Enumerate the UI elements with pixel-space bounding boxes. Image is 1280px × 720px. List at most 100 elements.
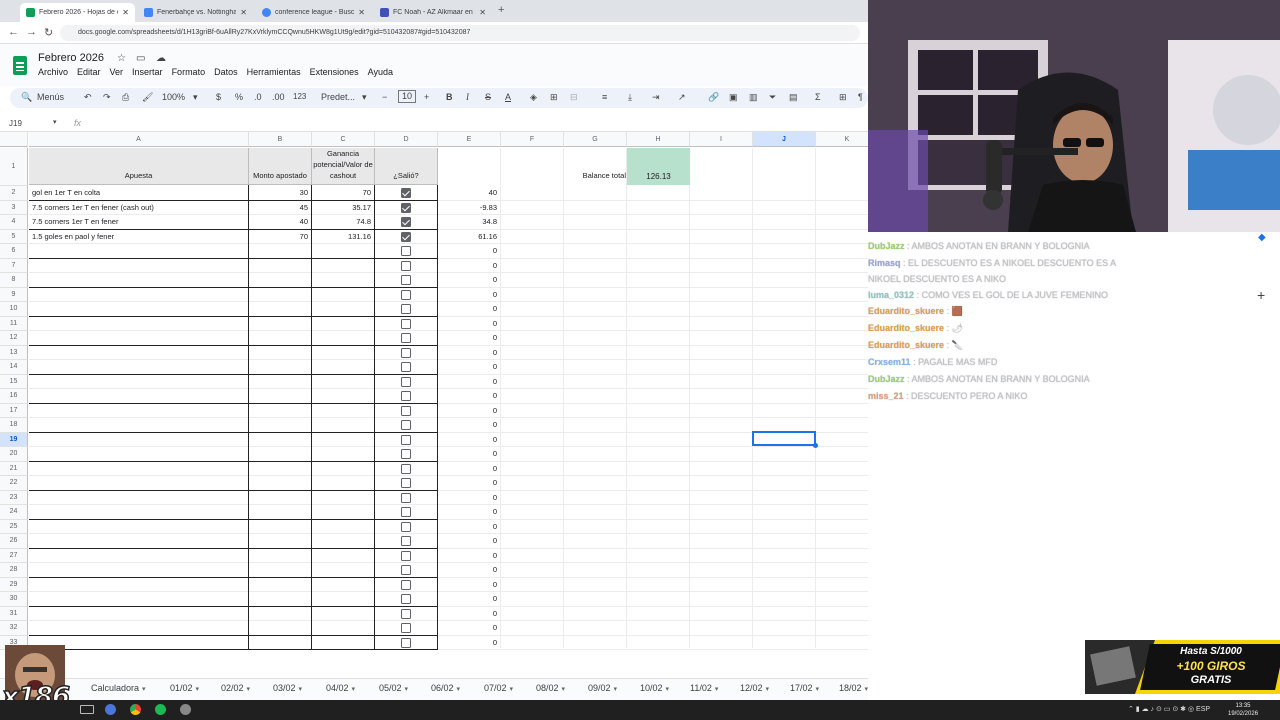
filter-icon[interactable]: ⏷ <box>769 92 776 103</box>
cell-resultado[interactable]: 0 <box>438 331 500 345</box>
increase-decimals[interactable]: .00 <box>272 92 285 102</box>
checkbox-salio[interactable] <box>401 434 411 445</box>
browser-tab[interactable]: Febrero 2026 - Hojas de cálculo ✕ <box>20 3 135 22</box>
sheet-tab[interactable]: 03/02 ▾ <box>273 683 302 693</box>
cell-resultado[interactable]: 0 <box>438 534 500 548</box>
insert-comment-icon[interactable]: ▣ <box>729 92 738 103</box>
insert-chart-icon[interactable]: ▥ <box>749 92 758 103</box>
cell-apuesta[interactable]: gol en 1er T en colta <box>29 186 247 200</box>
checkbox-salio[interactable] <box>401 304 411 314</box>
chevron-down-icon[interactable]: ▾ <box>562 686 566 693</box>
row-header[interactable]: 24 <box>0 505 28 520</box>
checkbox-salio[interactable] <box>401 318 411 329</box>
checkbox-salio[interactable] <box>401 420 411 430</box>
cell-monto[interactable]: 30 <box>249 186 311 200</box>
more-tools-icon[interactable]: ¶ <box>858 92 863 102</box>
column-header-a[interactable]: A <box>29 132 249 147</box>
sheet-tab[interactable]: 17/02 ▾ <box>790 683 819 693</box>
row-header[interactable]: 6 <box>0 244 28 259</box>
chevron-down-icon[interactable]: ▾ <box>142 686 146 693</box>
chevron-down-icon[interactable]: ▾ <box>666 686 670 693</box>
checkbox-salio[interactable] <box>401 260 411 271</box>
checkbox-salio[interactable] <box>401 536 411 546</box>
cell-apuesta[interactable]: 7.5 corners 1er T en fener <box>29 215 247 229</box>
spreadsheet-grid[interactable]: ABCDEFGHIJK 1 2 3 4 5 6 7 8 9 10 11 12 13 14 15 16 17 18 1… <box>0 132 868 650</box>
cell-resultado[interactable]: 0 <box>438 273 500 287</box>
sheet-tab[interactable]: 18/02 ▾ <box>839 683 868 693</box>
menu-herramientas[interactable]: Herramientas <box>247 67 301 77</box>
text-color-icon[interactable]: A <box>505 92 511 102</box>
add-addon-icon[interactable]: + <box>1257 287 1265 303</box>
menu-editar[interactable]: Editar <box>77 67 101 77</box>
app-icon[interactable] <box>180 704 191 715</box>
row-header[interactable]: 31 <box>0 606 28 621</box>
cell-resultado[interactable]: 0 <box>438 636 500 650</box>
maps-pin-icon[interactable]: ◆ <box>1258 232 1266 243</box>
cell-resultado[interactable]: 0 <box>438 389 500 403</box>
row-header[interactable]: 7 <box>0 258 28 273</box>
cell-resultado[interactable]: 0 <box>438 476 500 490</box>
sheet-tab[interactable]: 01/02 ▾ <box>170 683 199 693</box>
cell-resultado[interactable]: 0 <box>438 288 500 302</box>
cell-monto[interactable]: 40 <box>249 215 311 229</box>
row-header[interactable]: 12 <box>0 331 28 346</box>
cell-resultado[interactable]: 34.8 <box>438 215 500 229</box>
cell-resultado[interactable]: 0 <box>438 317 500 331</box>
text-wrap-icon[interactable]: ⇥ <box>652 92 660 103</box>
cell-monto[interactable]: 70 <box>249 230 311 244</box>
row-header[interactable]: 1 <box>0 148 28 186</box>
merge-cells-icon[interactable]: ⊟ <box>570 92 578 103</box>
chevron-down-icon[interactable]: ▾ <box>352 686 356 693</box>
checkbox-salio[interactable] <box>401 565 411 575</box>
more-formats[interactable]: 123 <box>293 92 306 101</box>
chevron-down-icon[interactable]: ▾ <box>510 686 514 693</box>
fill-color-icon[interactable]: ◈ <box>530 92 537 103</box>
font-size-decrease-icon[interactable]: − <box>382 92 387 102</box>
chevron-down-icon[interactable]: ▾ <box>196 686 200 693</box>
cell-resultado[interactable]: 0 <box>438 418 500 432</box>
cell-ganancia[interactable]: 131.16 <box>312 230 374 244</box>
forward-icon[interactable]: → <box>26 26 37 38</box>
browser-tab[interactable]: Fenerbahçe vs. Nottingham Forest ✕ <box>138 3 253 22</box>
sheet-tab[interactable]: Calculadora ▾ <box>91 683 146 693</box>
functions-icon[interactable]: Σ <box>815 92 821 102</box>
balance-label[interactable]: Balance total <box>566 171 626 180</box>
browser-tab[interactable]: FC Noah - AZ Alkmaar en vivo ✕ <box>374 3 492 22</box>
app-icon[interactable] <box>105 704 116 715</box>
row-header[interactable]: 26 <box>0 534 28 549</box>
checkbox-salio[interactable] <box>401 376 411 387</box>
cell-apuesta[interactable]: 1.5 goles en paol y fener <box>29 230 247 244</box>
sheet-tab[interactable]: 04/02 ▾ <box>326 683 355 693</box>
name-box[interactable]: J19 <box>9 119 22 128</box>
document-title[interactable]: Febrero 2026 <box>38 52 104 64</box>
cell-resultado[interactable]: 61.16 <box>438 230 500 244</box>
italic-icon[interactable]: I <box>466 92 469 102</box>
row-header[interactable]: 2 <box>0 186 28 201</box>
row-header[interactable]: 30 <box>0 592 28 607</box>
checkbox-salio[interactable] <box>401 188 411 198</box>
checkbox-salio[interactable] <box>401 391 411 401</box>
chevron-down-icon[interactable]: ▾ <box>816 686 820 693</box>
chevron-down-icon[interactable]: ▾ <box>715 686 719 693</box>
cell-resultado[interactable]: 0 <box>438 592 500 606</box>
spotify-icon[interactable] <box>155 704 166 715</box>
reload-icon[interactable]: ↻ <box>44 26 53 39</box>
row-header[interactable]: 29 <box>0 577 28 592</box>
text-rotation-icon[interactable]: ↗ <box>678 92 686 103</box>
menu-datos[interactable]: Datos <box>214 67 238 77</box>
column-header-e[interactable]: E <box>438 132 501 147</box>
cell-resultado[interactable]: 0 <box>438 375 500 389</box>
column-header-c[interactable]: C <box>312 132 375 147</box>
redo-icon[interactable]: ↷ <box>103 92 111 103</box>
checkbox-salio[interactable] <box>401 449 411 459</box>
header-ganancia[interactable]: Ganancia potencial/Valor de cashout <box>312 148 375 185</box>
move-folder-icon[interactable]: ▭ <box>136 53 145 64</box>
column-header-b[interactable]: B <box>249 132 312 147</box>
cell-ganancia[interactable]: 74.8 <box>312 215 374 229</box>
cell-resultado[interactable]: 0 <box>438 578 500 592</box>
column-header-g[interactable]: G <box>564 132 627 147</box>
checkbox-salio[interactable] <box>401 623 411 633</box>
bold-icon[interactable]: B <box>446 92 453 102</box>
sheet-tab[interactable]: 02/02 ▾ <box>221 683 250 693</box>
system-tray[interactable]: ⌃ ▮ ☁ ♪ ⊙ ▭ ⊙ ✱ ◎ ESP <box>1128 705 1210 713</box>
